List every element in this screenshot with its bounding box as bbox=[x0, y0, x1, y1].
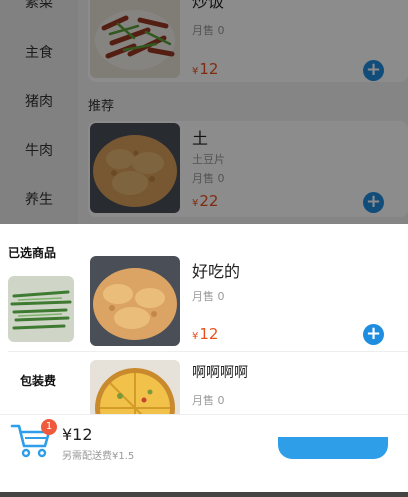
divider bbox=[8, 351, 408, 352]
goods-price: ¥12 bbox=[192, 325, 219, 343]
goods-sales: 月售 0 bbox=[192, 394, 225, 407]
panel-title: 已选商品 bbox=[8, 246, 57, 260]
delivery-fee-note: 另需配送费¥1.5 bbox=[62, 451, 135, 462]
goods-title: 好吃的 bbox=[192, 262, 241, 281]
packing-fee-label: 包装费 bbox=[20, 374, 57, 388]
goods-sales: 月售 0 bbox=[192, 290, 225, 303]
cart-total: ¥12 bbox=[62, 425, 93, 444]
bottom-edge bbox=[0, 492, 408, 497]
goods-card[interactable]: 好吃的 月售 0 ¥12 + bbox=[88, 254, 408, 350]
goods-image bbox=[90, 256, 180, 346]
selected-item-image bbox=[8, 276, 74, 342]
checkout-button[interactable] bbox=[278, 437, 388, 459]
cart-bar: 1 ¥12 另需配送费¥1.5 bbox=[0, 414, 408, 492]
plus-icon: + bbox=[365, 323, 382, 344]
add-to-cart-button[interactable]: + bbox=[363, 324, 384, 345]
dim-overlay[interactable] bbox=[0, 0, 408, 224]
goods-title: 啊啊啊啊 bbox=[192, 365, 248, 381]
cart-count-badge: 1 bbox=[41, 419, 57, 435]
